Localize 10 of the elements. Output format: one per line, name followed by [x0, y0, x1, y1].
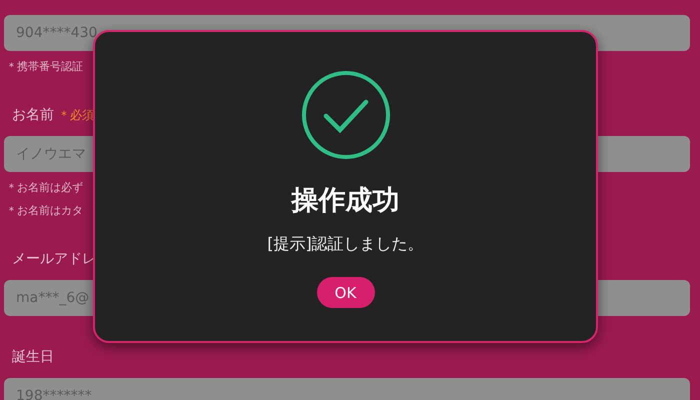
ok-button[interactable]: OK [316, 277, 374, 308]
dialog-title: 操作成功 [292, 184, 400, 218]
field-label: お名前 [12, 106, 54, 124]
check-circle-icon [300, 70, 390, 160]
field-label: 誕生日 [12, 348, 54, 366]
dialog-message: [提示]認証しました。 [267, 234, 424, 255]
required-mark: ＊必須 [58, 106, 94, 124]
field-note: ＊お名前はカタ [5, 203, 84, 218]
field-note: ＊携帯番号認証 [5, 59, 84, 74]
field-note: ＊お名前は必ず [5, 180, 84, 195]
